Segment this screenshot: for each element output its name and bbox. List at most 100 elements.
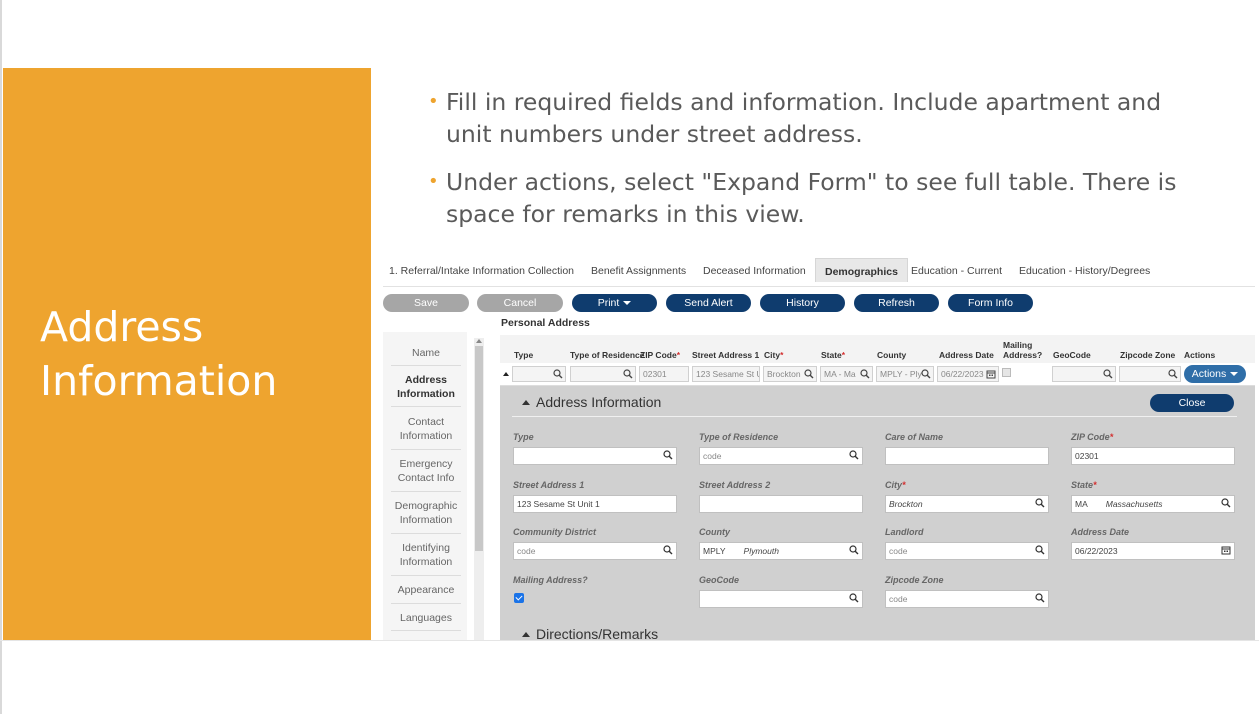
search-icon[interactable] <box>1035 498 1045 508</box>
chevron-down-icon <box>623 301 632 306</box>
tab-deceased-information[interactable]: Deceased Information <box>703 265 806 277</box>
tab-education-history[interactable]: Education - History/Degrees <box>1019 265 1150 277</box>
sidebar-item-demographic-information[interactable]: Demographic Information <box>391 499 461 527</box>
search-icon[interactable] <box>1168 369 1178 379</box>
close-label: Close <box>1178 397 1206 409</box>
address-date-input[interactable]: 06/22/2023 <box>1071 542 1235 560</box>
zip-code-input[interactable]: 02301 <box>1071 447 1235 465</box>
send-alert-button[interactable]: Send Alert <box>666 294 751 312</box>
expanded-form-title[interactable]: Address Information <box>522 394 661 410</box>
search-icon[interactable] <box>849 450 859 460</box>
sidebar-item-address-information[interactable]: Address Information <box>391 373 461 401</box>
tab-benefit-assignments[interactable]: Benefit Assignments <box>591 265 686 277</box>
search-icon[interactable] <box>553 369 563 379</box>
col-mailing-address: Mailing Address? <box>1003 340 1043 360</box>
label-type-of-residence: Type of Residence <box>699 432 779 442</box>
search-icon[interactable] <box>921 369 931 379</box>
cancel-button-label: Cancel <box>503 297 537 309</box>
slide-left-border <box>0 0 2 714</box>
city-input[interactable]: Brockton <box>885 495 1049 513</box>
row-zipcode-zone-cell[interactable] <box>1119 366 1181 382</box>
sidebar-divider <box>391 603 461 604</box>
tab-demographics[interactable]: Demographics <box>815 258 908 282</box>
search-icon[interactable] <box>1035 593 1045 603</box>
label-state: State* <box>1071 480 1097 490</box>
scrollbar-thumb[interactable] <box>475 346 483 551</box>
bullet-item: • Under actions, select "Expand Form" to… <box>428 166 1208 230</box>
col-city: City* <box>764 350 784 360</box>
print-button[interactable]: Print <box>572 294 657 312</box>
row-county-cell[interactable]: MPLY - Ply <box>876 366 934 382</box>
landlord-input[interactable]: code <box>885 542 1049 560</box>
search-icon[interactable] <box>663 450 673 460</box>
street-address-1-input[interactable]: 123 Sesame St Unit 1 <box>513 495 677 513</box>
row-city-cell[interactable]: Brockton <box>763 366 817 382</box>
sidebar-item-appearance[interactable]: Appearance <box>391 583 461 597</box>
sidebar-divider <box>391 449 461 450</box>
cancel-button[interactable]: Cancel <box>477 294 563 312</box>
row-type-cell[interactable] <box>512 366 566 382</box>
sidebar-item-emergency-contact[interactable]: Emergency Contact Info <box>391 457 461 485</box>
calendar-icon[interactable] <box>1221 545 1231 555</box>
geocode-input[interactable] <box>699 590 863 608</box>
county-input[interactable]: MPLY Plymouth <box>699 542 863 560</box>
search-icon[interactable] <box>860 369 870 379</box>
sidebar-divider <box>391 630 461 631</box>
search-icon[interactable] <box>849 545 859 555</box>
sidebar-item-languages[interactable]: Languages <box>391 611 461 625</box>
sidebar-item-identifying-information[interactable]: Identifying Information <box>391 541 461 569</box>
form-info-button[interactable]: Form Info <box>948 294 1033 312</box>
search-icon[interactable] <box>623 369 633 379</box>
address-expanded-form: Address Information Close Type Type of R… <box>500 386 1255 640</box>
row-address-date-cell[interactable]: 06/22/2023 <box>937 366 999 382</box>
zipcode-zone-input[interactable]: code <box>885 590 1049 608</box>
save-button[interactable]: Save <box>383 294 469 312</box>
search-icon[interactable] <box>804 369 814 379</box>
bullet-dot-icon: • <box>428 91 439 112</box>
sidebar-scrollbar[interactable] <box>474 338 484 640</box>
table-row: 02301 123 Sesame St U Brockton MA - Ma M… <box>500 363 1255 386</box>
sidebar-divider <box>391 491 461 492</box>
save-button-label: Save <box>414 297 438 309</box>
col-street-address-1: Street Address 1 <box>692 350 760 360</box>
refresh-button[interactable]: Refresh <box>854 294 939 312</box>
care-of-name-input[interactable] <box>885 447 1049 465</box>
sidebar-divider <box>391 406 461 407</box>
community-district-input[interactable]: code <box>513 542 677 560</box>
history-button[interactable]: History <box>760 294 845 312</box>
collapse-row-icon[interactable] <box>503 372 509 376</box>
col-actions: Actions <box>1184 350 1216 360</box>
calendar-icon[interactable] <box>986 369 996 379</box>
search-icon[interactable] <box>1103 369 1113 379</box>
col-zipcode-zone: Zipcode Zone <box>1120 350 1176 360</box>
sidebar-item-contact-information[interactable]: Contact Information <box>391 415 461 443</box>
search-icon[interactable] <box>1221 498 1231 508</box>
state-input[interactable]: MA Massachusetts <box>1071 495 1235 513</box>
mailing-address-checkbox[interactable] <box>514 593 524 603</box>
sidebar-divider <box>391 365 461 366</box>
scroll-up-icon[interactable] <box>476 339 482 343</box>
close-button[interactable]: Close <box>1150 394 1234 412</box>
row-zip-code-cell[interactable]: 02301 <box>639 366 689 382</box>
personal-address-heading: Personal Address <box>501 317 590 329</box>
search-icon[interactable] <box>1035 545 1045 555</box>
type-input[interactable] <box>513 447 677 465</box>
row-state-cell[interactable]: MA - Ma <box>820 366 873 382</box>
label-care-of-name: Care of Name <box>885 432 944 442</box>
type-of-residence-input[interactable]: code <box>699 447 863 465</box>
search-icon[interactable] <box>663 545 673 555</box>
directions-remarks-toggle[interactable]: Directions/Remarks <box>522 626 658 640</box>
search-icon[interactable] <box>849 593 859 603</box>
actions-button[interactable]: Actions <box>1184 365 1246 383</box>
bullet-item: • Fill in required fields and informatio… <box>428 86 1208 150</box>
row-mailing-checkbox[interactable] <box>1002 368 1011 377</box>
row-street-address-cell[interactable]: 123 Sesame St U <box>692 366 760 382</box>
label-zipcode-zone: Zipcode Zone <box>885 575 944 585</box>
street-address-2-input[interactable] <box>699 495 863 513</box>
tab-referral-intake[interactable]: 1. Referral/Intake Information Collectio… <box>389 265 574 277</box>
col-county: County <box>877 350 907 360</box>
sidebar-item-name[interactable]: Name <box>391 346 461 360</box>
row-geocode-cell[interactable] <box>1052 366 1116 382</box>
row-type-of-residence-cell[interactable] <box>570 366 636 382</box>
tab-education-current[interactable]: Education - Current <box>911 265 1002 277</box>
